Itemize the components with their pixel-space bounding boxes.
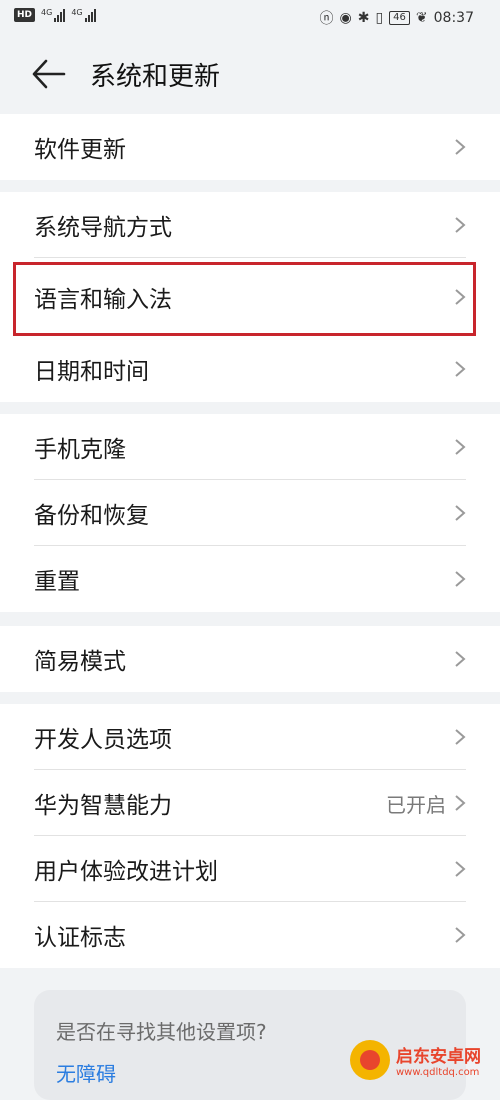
chevron-right-icon — [455, 927, 466, 943]
settings-item-label: 简易模式 — [34, 649, 126, 675]
settings-group: 简易模式 — [0, 626, 500, 692]
settings-group: 手机克隆 备份和恢复 重置 — [0, 414, 500, 612]
settings-item-label: 日期和时间 — [34, 359, 149, 385]
hd-badge: HD — [14, 8, 36, 22]
accessibility-link[interactable]: 无障碍 — [56, 1058, 116, 1087]
settings-item-language-input[interactable]: 语言和输入法 — [0, 258, 500, 336]
status-right: ⓝ ◉ ✱ ▯ 46 ❦ 08:37 — [320, 8, 475, 28]
chevron-right-icon — [455, 861, 466, 877]
signal-icon: 4G — [41, 8, 66, 22]
settings-item-label: 手机克隆 — [34, 437, 126, 463]
chevron-right-icon — [455, 505, 466, 521]
settings-item-label: 华为智慧能力 — [34, 793, 172, 819]
settings-item-reset[interactable]: 重置 — [0, 546, 500, 612]
eye-icon: ◉ — [339, 10, 352, 26]
bluetooth-icon: ✱ — [357, 10, 370, 26]
chevron-right-icon — [455, 217, 466, 233]
settings-group: 开发人员选项 华为智慧能力 已开启 用户体验改进计划 认证标志 — [0, 704, 500, 968]
settings-item-label: 系统导航方式 — [34, 215, 172, 241]
settings-item-developer-options[interactable]: 开发人员选项 — [0, 704, 500, 770]
chevron-right-icon — [455, 651, 466, 667]
settings-item-navigation[interactable]: 系统导航方式 — [0, 192, 500, 258]
status-value: 已开启 — [386, 793, 446, 817]
clock-time: 08:37 — [433, 10, 474, 26]
page-title: 系统和更新 — [90, 62, 221, 92]
settings-item-simple-mode[interactable]: 简易模式 — [0, 626, 500, 692]
leaf-icon: ❦ — [415, 10, 428, 26]
chevron-right-icon — [455, 795, 466, 811]
settings-group: 软件更新 — [0, 114, 500, 180]
status-bar: HD 4G 4G ⓝ ◉ ✱ ▯ 46 ❦ 08:37 — [0, 0, 500, 36]
signal-icon: 4G — [71, 8, 96, 22]
settings-item-backup-restore[interactable]: 备份和恢复 — [0, 480, 500, 546]
settings-item-label: 备份和恢复 — [34, 503, 149, 529]
settings-item-user-experience[interactable]: 用户体验改进计划 — [0, 836, 500, 902]
settings-item-phone-clone[interactable]: 手机克隆 — [0, 414, 500, 480]
settings-item-software-update[interactable]: 软件更新 — [0, 114, 500, 180]
settings-item-label: 重置 — [34, 569, 80, 595]
arrow-left-icon — [32, 59, 66, 89]
settings-item-label: 认证标志 — [34, 925, 126, 951]
suggestion-question: 是否在寻找其他设置项? — [56, 1020, 267, 1044]
settings-item-huawei-smart[interactable]: 华为智慧能力 已开启 — [0, 770, 500, 836]
vibrate-icon: ▯ — [375, 10, 384, 26]
watermark: 启东安卓网 www.qdltdq.com — [350, 1036, 500, 1084]
header: 系统和更新 — [0, 36, 500, 112]
settings-item-label: 软件更新 — [34, 137, 126, 163]
settings-group: 系统导航方式 语言和输入法 日期和时间 — [0, 192, 500, 402]
back-button[interactable] — [32, 58, 68, 90]
settings-item-certification[interactable]: 认证标志 — [0, 902, 500, 968]
nfc-icon: ⓝ — [319, 11, 334, 27]
chevron-right-icon — [455, 361, 466, 377]
settings-item-date-time[interactable]: 日期和时间 — [0, 336, 500, 402]
chevron-right-icon — [455, 439, 466, 455]
watermark-logo-icon — [350, 1040, 390, 1080]
chevron-right-icon — [455, 139, 466, 155]
chevron-right-icon — [455, 729, 466, 745]
battery-icon: 46 — [389, 11, 410, 25]
chevron-right-icon — [455, 289, 466, 305]
watermark-url: www.qdltdq.com — [396, 1067, 480, 1078]
status-left: HD 4G 4G — [14, 8, 96, 22]
settings-item-label: 开发人员选项 — [34, 727, 172, 753]
watermark-name: 启东安卓网 — [396, 1047, 481, 1067]
watermark-text: 启东安卓网 www.qdltdq.com — [396, 1042, 481, 1078]
settings-item-label: 用户体验改进计划 — [34, 859, 218, 885]
chevron-right-icon — [455, 571, 466, 587]
settings-item-label: 语言和输入法 — [34, 287, 172, 313]
